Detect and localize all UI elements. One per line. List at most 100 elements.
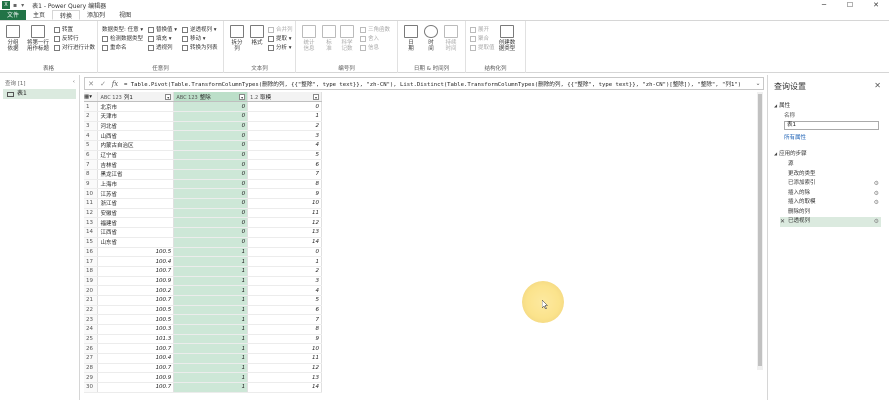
maximize-icon[interactable]: ☐ [837, 0, 863, 10]
step-settings-gear-icon[interactable]: ⚙ [874, 198, 879, 208]
table-menu-button[interactable]: ▦▾ [84, 92, 99, 103]
cell-zhengchu[interactable]: 1 [173, 305, 249, 316]
filter-dropdown-icon[interactable]: ▾ [239, 93, 246, 100]
formula-text[interactable]: = Table.Pivot(Table.TransformColumnTypes… [121, 80, 753, 88]
cell-col1[interactable]: 100.9 [97, 276, 175, 287]
statistics-button[interactable]: 统计 信息 [298, 25, 320, 52]
tab-add-column[interactable]: 添加列 [80, 10, 112, 20]
scientific-button[interactable]: 科学 记数 [336, 25, 358, 52]
cell-col1[interactable]: 河北省 [97, 121, 175, 132]
group-by-button[interactable]: 分组 依据 [2, 25, 24, 52]
scrollbar-thumb[interactable] [758, 94, 762, 366]
cell-zhengchu[interactable]: 1 [173, 276, 249, 287]
cell-col1[interactable]: 内蒙古自治区 [97, 140, 175, 151]
step-settings-gear-icon[interactable]: ⚙ [874, 189, 879, 199]
cell-col1[interactable]: 浙江省 [97, 198, 175, 209]
vertical-scrollbar[interactable] [757, 92, 763, 370]
cell-qumo[interactable]: 11 [247, 208, 322, 219]
minimize-icon[interactable]: ─ [811, 0, 837, 10]
cell-qumo[interactable]: 9 [247, 334, 322, 345]
cell-zhengchu[interactable]: 1 [173, 247, 249, 258]
cell-col1[interactable]: 山西省 [97, 130, 175, 141]
count-rows-button[interactable]: 对行进行计数 [54, 44, 95, 52]
cell-col1[interactable]: 北京市 [97, 101, 175, 112]
type-decimal-icon[interactable]: 1.2 [250, 95, 258, 101]
cell-qumo[interactable]: 10 [247, 198, 322, 209]
cell-zhengchu[interactable]: 1 [173, 295, 249, 306]
cell-zhengchu[interactable]: 0 [173, 140, 249, 151]
applied-step[interactable]: 更改的类型 [780, 170, 881, 180]
applied-step[interactable]: ✕ 已透视列 ⚙ [780, 217, 881, 227]
cell-zhengchu[interactable]: 0 [173, 130, 249, 141]
detect-data-type-button[interactable]: 检测数据类型 [102, 35, 143, 43]
query-item-table1[interactable]: 表1 [3, 89, 76, 99]
cell-qumo[interactable]: 0 [247, 101, 322, 112]
pivot-column-button[interactable]: 透视列 [148, 44, 173, 52]
applied-step[interactable]: 插入的取模 ⚙ [780, 198, 881, 208]
rounding-button[interactable]: 舍入 [360, 35, 379, 43]
cell-zhengchu[interactable]: 0 [173, 111, 249, 122]
save-icon[interactable]: ▪ [13, 2, 17, 9]
cell-col1[interactable]: 100.2 [97, 285, 175, 296]
cell-col1[interactable]: 101.3 [97, 334, 175, 345]
reverse-rows-button[interactable]: 反转行 [54, 35, 79, 43]
cell-zhengchu[interactable]: 1 [173, 353, 249, 364]
cell-zhengchu[interactable]: 0 [173, 150, 249, 161]
cell-qumo[interactable]: 7 [247, 314, 322, 325]
step-settings-gear-icon[interactable]: ⚙ [874, 217, 879, 227]
rename-button[interactable]: 重命名 [102, 44, 127, 52]
merge-columns-button[interactable]: 合并列 [268, 26, 293, 34]
data-type-dropdown[interactable]: 数据类型: 任意 ▾ [102, 26, 143, 34]
cell-col1[interactable]: 100.7 [97, 295, 175, 306]
format-button[interactable]: 格式 [246, 25, 268, 46]
tab-transform[interactable]: 转换 [52, 10, 81, 20]
cell-col1[interactable]: 100.3 [97, 324, 175, 335]
cell-zhengchu[interactable]: 0 [173, 188, 249, 200]
cell-qumo[interactable]: 7 [247, 169, 322, 180]
cell-zhengchu[interactable]: 0 [173, 208, 249, 219]
query-name-input[interactable]: 表1 [784, 121, 879, 130]
cell-qumo[interactable]: 14 [247, 237, 322, 248]
cell-qumo[interactable]: 5 [247, 150, 322, 161]
cell-qumo[interactable]: 10 [247, 343, 322, 355]
cell-col1[interactable]: 吉林省 [97, 159, 175, 170]
cell-col1[interactable]: 江苏省 [97, 188, 175, 200]
cell-col1[interactable]: 100.5 [97, 305, 175, 316]
trig-button[interactable]: 三角函数 [360, 26, 390, 34]
quick-access-dropdown-icon[interactable]: ▾ [21, 2, 24, 9]
cell-col1[interactable]: 上海市 [97, 179, 175, 190]
cell-zhengchu[interactable]: 1 [173, 372, 249, 384]
cell-zhengchu[interactable]: 0 [173, 198, 249, 209]
fill-button[interactable]: 填充 ▾ [148, 35, 172, 43]
cell-zhengchu[interactable]: 1 [173, 324, 249, 335]
step-settings-gear-icon[interactable]: ⚙ [874, 179, 879, 189]
applied-step[interactable]: 已添加索引 ⚙ [780, 179, 881, 189]
collapse-pane-icon[interactable]: ‹ [73, 79, 75, 87]
cell-col1[interactable]: 辽宁省 [97, 150, 175, 161]
applied-steps-section[interactable]: ◢ 应用的步骤 [768, 149, 889, 157]
cell-col1[interactable]: 山东省 [97, 237, 175, 248]
cell-zhengchu[interactable]: 1 [173, 266, 249, 277]
cell-col1[interactable]: 100.7 [97, 363, 175, 374]
column-header-qumo[interactable]: 1.2 取模 ▾ [247, 92, 322, 103]
cell-col1[interactable]: 100.7 [97, 343, 175, 355]
cell-zhengchu[interactable]: 1 [173, 285, 249, 296]
cell-qumo[interactable]: 0 [247, 247, 322, 258]
filter-dropdown-icon[interactable]: ▾ [165, 93, 172, 100]
cell-zhengchu[interactable]: 0 [173, 101, 249, 112]
cell-col1[interactable]: 黑龙江省 [97, 169, 175, 180]
tab-home[interactable]: 主页 [26, 10, 52, 20]
cell-col1[interactable]: 100.9 [97, 372, 175, 384]
cell-qumo[interactable]: 11 [247, 353, 322, 364]
cell-zhengchu[interactable]: 1 [173, 363, 249, 374]
expand-button[interactable]: 展开 [470, 26, 489, 34]
column-header-col1[interactable]: ABC 123 列1 ▾ [97, 92, 175, 103]
cell-col1[interactable]: 天津市 [97, 111, 175, 122]
create-data-type-button[interactable]: 创建数 据类型 [492, 25, 522, 52]
all-properties-link[interactable]: 所有属性 [768, 133, 889, 141]
parse-button[interactable]: 分析 ▾ [268, 44, 292, 52]
cell-qumo[interactable]: 9 [247, 188, 322, 200]
move-button[interactable]: 移动 ▾ [182, 35, 206, 43]
cell-col1[interactable]: 100.5 [97, 314, 175, 325]
cell-zhengchu[interactable]: 0 [173, 227, 249, 238]
